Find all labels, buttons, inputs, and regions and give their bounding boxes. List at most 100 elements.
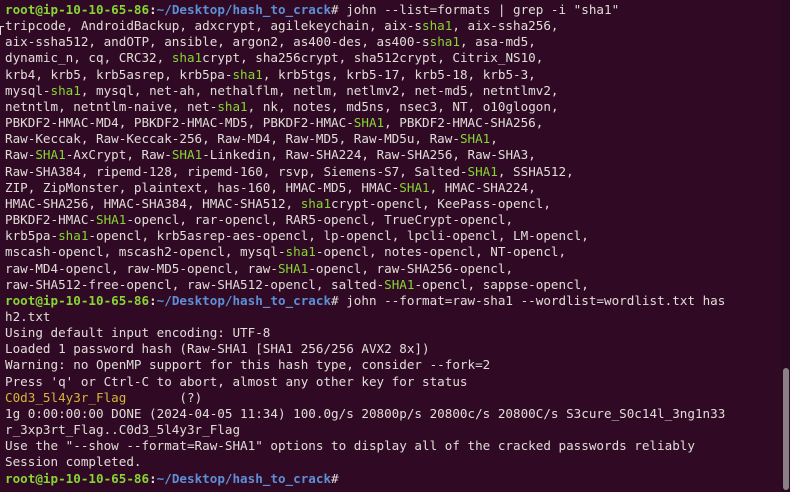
prompt-user: root@ip-10-10-65-86 [5, 292, 150, 308]
terminal-text: ZIP, ZipMonster, plaintext, has-160, HMA… [5, 179, 400, 195]
terminal-text: Use the "--show --format=Raw-SHA1" optio… [5, 438, 695, 454]
terminal-text: crypt-opencl, KeePass-opencl, [331, 195, 551, 211]
grep-match-highlight: SHA1 [277, 260, 309, 276]
prompt-user: root@ip-10-10-65-86 [5, 470, 150, 486]
prompt-separator: : [149, 2, 157, 17]
terminal-line: root@ip-10-10-65-86:~/Desktop/hash_to_cr… [5, 471, 777, 487]
terminal-text: , PBKDF2-HMAC-SHA256, [384, 115, 544, 131]
terminal-line: r_3xp3rt_Flag..C0d3_5l4y3r_Flag [5, 422, 777, 438]
terminal-line: ZIP, ZipMonster, plaintext, has-160, HMA… [5, 180, 777, 196]
terminal-text: tripcode, AndroidBackup, adxcrypt, agile… [5, 18, 423, 34]
prompt-separator: : [149, 470, 157, 486]
terminal-text: , nk, notes, md5ns, nsec3, NT, o10glogon… [247, 98, 559, 114]
terminal-line: C0d3_5l4y3r_Flag (?) [5, 390, 777, 406]
terminal-text: aix-ssha512, andOTP, ansible, argon2, as… [5, 34, 430, 50]
terminal-text: Raw-SHA384, ripemd-128, ripemd-160, rsvp… [5, 163, 468, 179]
terminal-text: Warning: no OpenMP support for this hash… [5, 357, 491, 373]
grep-match-highlight: sha1 [422, 18, 453, 34]
grep-match-highlight: SHA1 [459, 131, 491, 147]
grep-match-highlight: sha1 [217, 98, 248, 114]
terminal-text: -AxCrypt, Raw- [65, 147, 172, 163]
terminal-text: -opencl, krb5asrep-aes-opencl, lp-opencl… [88, 228, 589, 244]
prompt-path: ~/Desktop/hash_to_crack [156, 292, 332, 308]
terminal-output[interactable]: root@ip-10-10-65-86:~/Desktop/hash_to_cr… [5, 2, 777, 487]
terminal-text: , asa-md5, [459, 34, 536, 50]
terminal-text: raw-MD4-opencl, raw-MD5-opencl, raw- [5, 260, 278, 276]
terminal-line: root@ip-10-10-65-86:~/Desktop/hash_to_cr… [5, 293, 777, 309]
prompt-path: ~/Desktop/hash_to_crack [156, 2, 332, 17]
terminal-text: h2.txt [5, 308, 51, 324]
prompt-path: ~/Desktop/hash_to_crack [156, 470, 332, 486]
prompt-user: root@ip-10-10-65-86 [5, 2, 150, 17]
terminal-text: 1g 0:00:00:00 DONE (2024-04-05 11:34) 10… [5, 405, 726, 421]
grep-match-highlight: sha1 [50, 82, 81, 98]
grep-match-highlight: SHA1 [399, 179, 430, 195]
terminal-line: Press 'q' or Ctrl-C to abort, almost any… [5, 374, 777, 390]
terminal-line: raw-MD4-opencl, raw-MD5-opencl, raw-SHA1… [5, 261, 777, 277]
terminal-text: # john --format=raw-sha1 --wordlist=word… [331, 292, 726, 308]
terminal-text: Loaded 1 password hash (Raw-SHA1 [SHA1 2… [5, 341, 430, 357]
terminal-text: -opencl, sappse-opencl, [414, 276, 589, 292]
terminal-line: netntlm, netntlm-naive, net-sha1, nk, no… [5, 99, 777, 115]
terminal-text: (?) [179, 389, 203, 405]
terminal-text: , [490, 131, 498, 147]
mouse-cursor-icon [0, 26, 4, 35]
terminal-text: , mysql, net-ah, nethalflm, netlm, netlm… [80, 82, 559, 98]
terminal-text: Session completed. [5, 454, 142, 470]
grep-match-highlight: sha1 [232, 66, 263, 82]
terminal-text: Raw- [5, 147, 36, 163]
grep-match-highlight: SHA1 [171, 147, 203, 163]
terminal-line: mscash-opencl, mscash2-opencl, mysql-sha… [5, 244, 777, 260]
terminal-line: dynamic_n, cq, CRC32, sha1crypt, sha256c… [5, 50, 777, 66]
prompt-separator: : [149, 292, 157, 308]
terminal-line: Loaded 1 password hash (Raw-SHA1 [SHA1 2… [5, 341, 777, 357]
terminal-text: mscash-opencl, mscash2-opencl, mysql- [5, 244, 286, 260]
terminal-line: h2.txt [5, 309, 777, 325]
terminal-line: PBKDF2-HMAC-SHA1-opencl, rar-opencl, RAR… [5, 212, 777, 228]
grep-match-highlight: sha1 [429, 34, 460, 50]
terminal-line: Raw-SHA384, ripemd-128, ripemd-160, rsvp… [5, 164, 777, 180]
terminal-text: , HMAC-SHA224, [429, 179, 536, 195]
terminal-text: HMAC-SHA256, HMAC-SHA384, HMAC-SHA512, [5, 195, 301, 211]
terminal-text: PBKDF2-HMAC-MD4, PBKDF2-HMAC-MD5, PBKDF2… [5, 115, 354, 131]
terminal-line: Warning: no OpenMP support for this hash… [5, 357, 777, 373]
terminal-line: krb4, krb5, krb5asrep, krb5pa-sha1, krb5… [5, 67, 777, 83]
terminal-line: root@ip-10-10-65-86:~/Desktop/hash_to_cr… [5, 2, 777, 18]
terminal-line: Raw-Keccak, Raw-Keccak-256, Raw-MD4, Raw… [5, 131, 777, 147]
terminal-line: Session completed. [5, 454, 777, 470]
grep-match-highlight: SHA1 [467, 163, 498, 179]
terminal-line: 1g 0:00:00:00 DONE (2024-04-05 11:34) 10… [5, 406, 777, 422]
terminal-line: aix-ssha512, andOTP, ansible, argon2, as… [5, 34, 777, 50]
terminal-scrollbar[interactable] [781, 0, 790, 492]
terminal-text: , krb5tgs, krb5-17, krb5-18, krb5-3, [262, 66, 536, 82]
terminal-line: PBKDF2-HMAC-MD4, PBKDF2-HMAC-MD5, PBKDF2… [5, 115, 777, 131]
terminal-line: raw-SHA512-free-opencl, raw-SHA512-openc… [5, 277, 777, 293]
grep-match-highlight: sha1 [58, 228, 89, 244]
terminal-text: -opencl, rar-opencl, RAR5-opencl, TrueCr… [126, 212, 514, 228]
terminal-line: krb5pa-sha1-opencl, krb5asrep-aes-opencl… [5, 228, 777, 244]
terminal-text: r_3xp3rt_Flag..C0d3_5l4y3r_Flag [5, 422, 241, 438]
terminal-text: mysql- [5, 82, 51, 98]
terminal-text: dynamic_n, cq, CRC32, [5, 50, 172, 66]
terminal-window[interactable]: root@ip-10-10-65-86:~/Desktop/hash_to_cr… [0, 0, 790, 492]
terminal-text: krb4, krb5, krb5asrep, krb5pa- [5, 66, 233, 82]
terminal-text: -opencl, raw-SHA256-opencl, [308, 260, 514, 276]
terminal-text: # john --list=formats | grep -i "sha1" [331, 2, 620, 17]
terminal-text: crypt, sha256crypt, sha512crypt, Citrix_… [202, 50, 544, 66]
terminal-text: # [331, 470, 347, 486]
terminal-text: PBKDF2-HMAC- [5, 212, 96, 228]
terminal-line: Using default input encoding: UTF-8 [5, 325, 777, 341]
scrollbar-thumb[interactable] [783, 368, 789, 490]
terminal-text: , aix-ssha256, [452, 18, 559, 34]
grep-match-highlight: sha1 [171, 50, 203, 66]
grep-match-highlight: SHA1 [35, 147, 66, 163]
grep-match-highlight: sha1 [300, 195, 332, 211]
terminal-line: tripcode, AndroidBackup, adxcrypt, agile… [5, 18, 777, 34]
terminal-text: , SSHA512, [497, 163, 574, 179]
terminal-line: Raw-SHA1-AxCrypt, Raw-SHA1-Linkedin, Raw… [5, 147, 777, 163]
terminal-line: Use the "--show --format=Raw-SHA1" optio… [5, 438, 777, 454]
terminal-text: Raw-Keccak, Raw-Keccak-256, Raw-MD4, Raw… [5, 131, 460, 147]
terminal-text: raw-SHA512-free-opencl, raw-SHA512-openc… [5, 276, 385, 292]
cracked-password: C0d3_5l4y3r_Flag [5, 389, 127, 405]
